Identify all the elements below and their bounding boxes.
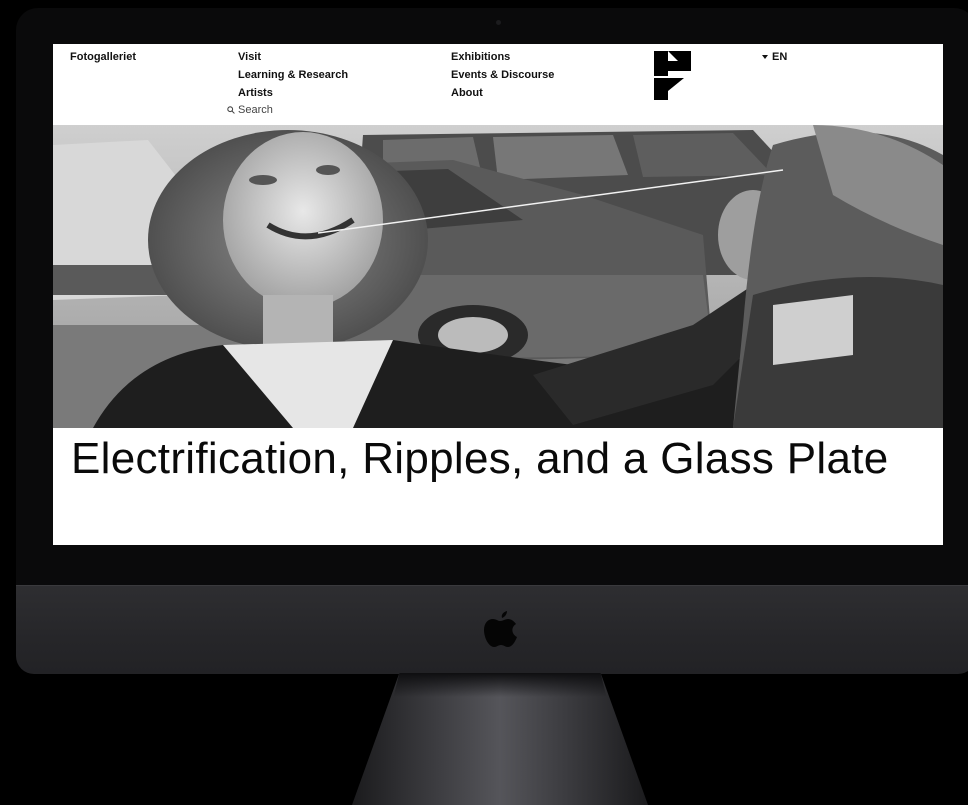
search-icon xyxy=(227,106,235,114)
caret-down-icon xyxy=(762,55,768,59)
nav-learning-research[interactable]: Learning & Research xyxy=(238,69,348,82)
fotogalleriet-logo-icon[interactable] xyxy=(654,51,691,100)
nav-artists[interactable]: Artists xyxy=(238,87,273,100)
apple-logo-icon xyxy=(484,611,517,647)
nav-about[interactable]: About xyxy=(451,87,483,100)
website-screen: Fotogalleriet Visit Learning & Research … xyxy=(53,44,943,545)
page-title: Electrification, Ripples, and a Glass Pl… xyxy=(71,434,889,483)
language-switcher[interactable]: EN xyxy=(762,51,787,63)
search-field[interactable]: Search xyxy=(227,104,273,116)
hero-photo xyxy=(53,125,943,428)
nav-events-discourse[interactable]: Events & Discourse xyxy=(451,69,554,82)
nav-visit[interactable]: Visit xyxy=(238,51,261,64)
search-label: Search xyxy=(238,104,273,116)
nav-exhibitions[interactable]: Exhibitions xyxy=(451,51,510,64)
language-label: EN xyxy=(772,51,788,63)
camera-dot xyxy=(496,20,501,25)
brand-link[interactable]: Fotogalleriet xyxy=(70,51,136,64)
site-header: Fotogalleriet Visit Learning & Research … xyxy=(53,44,943,125)
